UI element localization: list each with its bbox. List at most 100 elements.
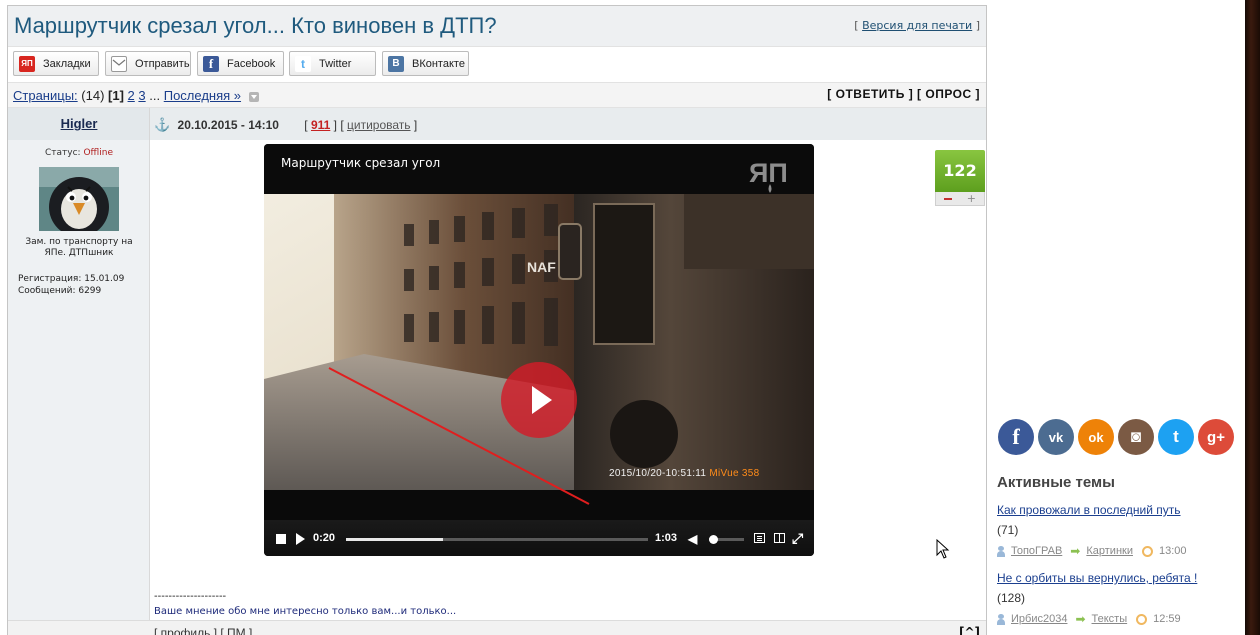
- signature: -------------------- Ваше мнение обо мне…: [154, 589, 456, 619]
- posts-value: 6299: [78, 286, 102, 296]
- envelope-icon: [111, 55, 127, 72]
- stop-icon[interactable]: [276, 534, 286, 544]
- page-title: Маршрутчик срезал угол... Кто виновен в …: [14, 13, 497, 38]
- instagram-icon[interactable]: ◙: [1118, 419, 1154, 455]
- topic-actions: [ ОТВЕТИТЬ ] [ ОПРОС ]: [827, 87, 980, 101]
- googleplus-icon[interactable]: g+: [1198, 419, 1234, 455]
- seek-bar[interactable]: [346, 538, 648, 541]
- page-link-3[interactable]: 3: [138, 88, 145, 103]
- user-icon: [997, 545, 1005, 557]
- scroll-top-link[interactable]: [^]: [959, 625, 980, 635]
- twitter-icon: t: [295, 55, 311, 72]
- right-sidebar: f vk ok ◙ t g+ Активные темы Как провожа…: [988, 0, 1245, 635]
- playlist-icon[interactable]: [754, 533, 765, 543]
- post-header: Higler ⚓ 20.10.2015 - 14:10 [ 911 ] [ ци…: [8, 108, 986, 140]
- topic-user-link[interactable]: Ирбис2034: [1011, 613, 1067, 625]
- facebook-share-button[interactable]: f Facebook: [197, 51, 284, 76]
- print-version: [ Версия для печати ]: [854, 19, 980, 32]
- rating-plus-button[interactable]: +: [967, 193, 976, 204]
- author-name-link[interactable]: Higler: [8, 116, 150, 131]
- pm-link[interactable]: ПМ: [227, 626, 246, 635]
- fullscreen-icon[interactable]: ⤢: [792, 530, 803, 547]
- post-number-link[interactable]: 911: [311, 118, 330, 132]
- post-footer: [ профиль ] [ ПМ ] [^]: [8, 620, 986, 635]
- posts-row: Сообщений: 6299: [18, 285, 124, 297]
- quote-link[interactable]: цитировать: [347, 118, 411, 132]
- poll-button[interactable]: [ ОПРОС ]: [917, 87, 980, 101]
- active-topic-item: Как провожали в последний путь (71) Топо…: [997, 503, 1242, 558]
- topic-reply-count: (71): [997, 523, 1019, 537]
- play-icon[interactable]: [296, 533, 305, 545]
- arrow-right-icon: ➡: [1075, 612, 1086, 626]
- author-stats: Регистрация: 15.01.09 Сообщений: 6299: [18, 273, 124, 297]
- chevron-down-icon[interactable]: [248, 92, 259, 102]
- topic-category-link[interactable]: Тексты: [1092, 613, 1128, 625]
- vk-share-button[interactable]: B ВКонтакте: [382, 51, 469, 76]
- anchor-icon[interactable]: ⚓: [154, 117, 170, 132]
- rating-controls: +: [935, 192, 985, 206]
- last-page-link[interactable]: Последняя »: [164, 88, 241, 103]
- page-link-2[interactable]: 2: [128, 88, 135, 103]
- send-button[interactable]: Отправить: [105, 51, 191, 76]
- yap-logo-icon: ЯП: [19, 55, 35, 72]
- video-player[interactable]: Маршрутчик срезал угол ЯП NAF 2015/10/20…: [264, 144, 814, 556]
- send-label: Отправить: [135, 57, 190, 70]
- dashcam-timestamp: 2015/10/20-10:51:11 MiVue 358: [609, 468, 760, 479]
- rating-value: 122: [935, 150, 985, 192]
- volume-knob[interactable]: [709, 535, 718, 544]
- author-title: Зам. по транспорту на ЯПе. ДТПшник: [25, 237, 133, 258]
- video-frame[interactable]: NAF 2015/10/20-10:51:11 MiVue 358: [264, 194, 814, 520]
- posts-label: Сообщений:: [18, 286, 76, 296]
- rating-minus-button[interactable]: [944, 198, 952, 200]
- current-time: 0:20: [313, 532, 336, 544]
- quote-bracket-close: ]: [410, 118, 418, 132]
- arrow-right-icon: ➡: [1070, 544, 1081, 558]
- clock-icon: [1136, 613, 1148, 625]
- vk-icon: B: [388, 55, 404, 72]
- background-strip: [1245, 0, 1260, 635]
- facebook-label: Facebook: [227, 57, 276, 70]
- play-button[interactable]: [501, 362, 577, 438]
- theater-mode-icon[interactable]: [774, 533, 785, 543]
- print-version-link[interactable]: Версия для печати: [862, 19, 972, 32]
- vk-icon[interactable]: vk: [1038, 419, 1074, 455]
- post-number-bracket: [: [304, 118, 311, 132]
- user-icon: [997, 613, 1005, 625]
- topic-title-link[interactable]: Не с орбиты вы вернулись, ребята !: [997, 571, 1242, 585]
- clock-icon: [1141, 545, 1153, 557]
- twitter-share-button[interactable]: t Twitter: [289, 51, 376, 76]
- active-topics-heading: Активные темы: [997, 474, 1115, 491]
- video-controls: 0:20 1:03 ◀ ⤢: [264, 520, 814, 556]
- reply-button[interactable]: [ ОТВЕТИТЬ ]: [827, 87, 913, 101]
- author-profile-column: Статус: Offline Зам. по транспорту на ЯП…: [8, 140, 150, 625]
- topic-category-link[interactable]: Картинки: [1086, 545, 1133, 557]
- volume-slider[interactable]: [709, 535, 744, 544]
- registration-label: Регистрация:: [18, 274, 82, 284]
- odnoklassniki-icon[interactable]: ok: [1078, 419, 1114, 455]
- avatar[interactable]: [39, 167, 119, 231]
- vk-label: ВКонтакте: [412, 57, 465, 70]
- twitter-icon[interactable]: t: [1158, 419, 1194, 455]
- dashcam-brand: MiVue 358: [709, 468, 760, 479]
- twitter-label: Twitter: [319, 57, 352, 70]
- pagination-bar: Страницы: (14) [1] 2 3 ... Последняя » […: [8, 82, 986, 108]
- topic-time: 13:00: [1158, 545, 1187, 557]
- title-bar: Маршрутчик срезал угол... Кто виновен в …: [8, 6, 986, 46]
- video-title[interactable]: Маршрутчик срезал угол: [281, 156, 440, 170]
- post-rating: 122 +: [935, 150, 985, 206]
- video-topbar: Маршрутчик срезал угол ЯП: [264, 144, 814, 194]
- bookmarks-label: Закладки: [43, 57, 91, 70]
- topic-reply-count: (128): [997, 591, 1026, 605]
- pages-label[interactable]: Страницы:: [13, 88, 78, 103]
- topic-user-link[interactable]: ТопоГРАВ: [1011, 545, 1062, 557]
- mouse-cursor-icon: [936, 538, 950, 562]
- volume-icon[interactable]: ◀: [688, 532, 697, 546]
- topic-title-link[interactable]: Как провожали в последний путь: [997, 503, 1242, 517]
- topic-time: 12:59: [1153, 613, 1181, 625]
- facebook-icon[interactable]: f: [998, 419, 1034, 455]
- registration-value: 15.01.09: [84, 274, 125, 284]
- current-page: [1]: [108, 88, 124, 103]
- profile-link[interactable]: профиль: [161, 626, 211, 635]
- bookmarks-button[interactable]: ЯП Закладки: [13, 51, 99, 76]
- storefront-sign: NAF: [527, 259, 556, 275]
